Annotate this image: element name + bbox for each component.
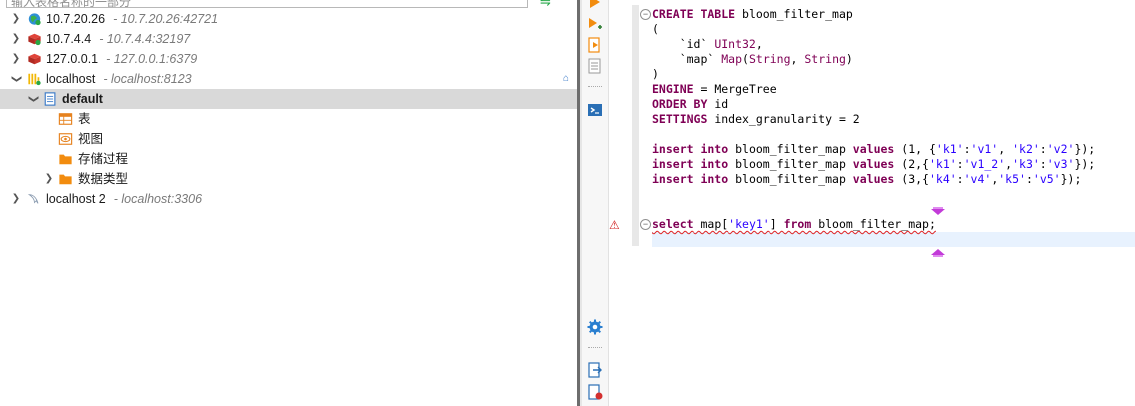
execute-script-icon[interactable]: [587, 37, 603, 53]
code-line-10: insert into bloom_filter_map values (1, …: [652, 142, 1096, 156]
settings-gear-icon[interactable]: [587, 319, 603, 335]
fold-toggle-icon[interactable]: −: [640, 219, 651, 230]
connection-name: 10.7.20.26: [46, 12, 106, 26]
syntax-error-warning-icon[interactable]: ⚠: [609, 218, 620, 232]
fold-toggle-icon[interactable]: −: [640, 9, 651, 20]
editor-vertical-toolbar: [582, 0, 609, 406]
clickhouse-bars-icon: [28, 73, 41, 86]
execute-new-tab-icon[interactable]: [587, 16, 603, 32]
toolbar-separator: [588, 86, 602, 88]
tree-folder-tables[interactable]: 表: [0, 109, 577, 129]
code-line-7: ORDER BY id: [652, 97, 729, 111]
code-line-5: ): [652, 67, 659, 81]
expand-arrow-icon[interactable]: ❯: [10, 49, 22, 69]
connection-address: - 10.7.4.4:32197: [99, 32, 191, 46]
redis-icon: [28, 53, 41, 65]
code-line-15: select map['key1'] from bloom_filter_map…: [652, 217, 936, 231]
expand-arrow-icon[interactable]: ❯: [10, 9, 22, 29]
folder-label: 数据类型: [78, 172, 129, 186]
code-line-1: CREATE TABLE bloom_filter_map: [652, 7, 853, 21]
view-eye-icon: [58, 133, 73, 145]
connected-indicator-icon: ⌂: [563, 73, 570, 84]
expand-arrow-icon[interactable]: ❯: [10, 29, 22, 49]
connection-address: - 10.7.20.26:42721: [113, 12, 219, 26]
table-filter-input[interactable]: 输入表格名称的一部分: [6, 0, 528, 8]
execute-statement-icon[interactable]: [587, 0, 603, 10]
tree-connection-localhost[interactable]: ❯ localhost - localhost:8123: [0, 69, 577, 89]
folder-label: 视图: [78, 132, 104, 146]
code-line-3: `id` UInt32,: [652, 37, 763, 51]
statement-boundary-marker-icon: [931, 249, 945, 257]
tree-folder-views[interactable]: 视图: [0, 129, 577, 149]
database-name: default: [62, 92, 103, 106]
toolbar-separator: [588, 347, 602, 349]
tree-database-default[interactable]: ❯ default: [0, 89, 577, 109]
connection-name: localhost: [46, 72, 96, 86]
connection-address: - 127.0.0.1:6379: [106, 52, 198, 66]
database-icon: [44, 92, 56, 106]
collapse-arrow-icon[interactable]: ❯: [6, 73, 26, 85]
connection-address: - localhost:8123: [103, 72, 192, 86]
folder-label: 表: [78, 112, 91, 126]
code-line-8: SETTINGS index_granularity = 2: [652, 112, 860, 126]
code-line-12: insert into bloom_filter_map values (3,{…: [652, 172, 1082, 186]
redis-icon: [28, 33, 41, 46]
statement-ruler: [632, 5, 639, 246]
expand-arrow-icon[interactable]: ❯: [43, 169, 55, 189]
mysql-dolphin-icon: [27, 194, 39, 204]
clickhouse-globe-icon: [28, 13, 41, 26]
expand-arrow-icon[interactable]: ❯: [10, 189, 22, 209]
table-icon: [58, 113, 73, 125]
folder-label: 存储过程: [78, 152, 129, 166]
code-line-2: (: [652, 22, 659, 36]
statement-boundary-marker-icon: [931, 207, 945, 215]
folder-icon: [59, 174, 72, 185]
collapse-arrow-icon[interactable]: ❯: [23, 93, 43, 105]
folder-icon: [59, 154, 72, 165]
database-navigator: 输入表格名称的一部分 ⇋ ❯ 10.7.20.26- 10.7.20.26:42…: [0, 0, 577, 406]
tree-folder-procedures[interactable]: 存储过程: [0, 149, 577, 169]
connection-address: - localhost:3306: [113, 192, 203, 206]
export-icon[interactable]: [587, 362, 603, 378]
tree-connection-10-7-20-26[interactable]: ❯ 10.7.20.26 - 10.7.20.26:42721: [0, 9, 577, 29]
tree-folder-datatypes[interactable]: ❯ 数据类型: [0, 169, 577, 189]
connection-name: 10.7.4.4: [46, 32, 92, 46]
tree-connection-localhost-2[interactable]: ❯ localhost 2 - localhost:3306: [0, 189, 577, 209]
editor-gutter: [609, 0, 631, 406]
code-line-4: `map` Map(String, String): [652, 52, 853, 66]
explain-plan-icon[interactable]: [587, 58, 603, 74]
sql-editor[interactable]: ⚠ − − CREATE TABLE bloom_filter_map ( `i…: [609, 0, 1135, 406]
connection-name: 127.0.0.1: [46, 52, 99, 66]
current-line-highlight: [652, 232, 1135, 247]
connection-name: localhost 2: [46, 192, 106, 206]
code-line-11: insert into bloom_filter_map values (2,{…: [652, 157, 1096, 171]
code-line-6: ENGINE = MergeTree: [652, 82, 777, 96]
import-error-file-icon[interactable]: [587, 384, 603, 400]
tree-connection-127-0-0-1[interactable]: ❯ 127.0.0.1 - 127.0.0.1:6379: [0, 49, 577, 69]
tree-connection-10-7-4-4[interactable]: ❯ 10.7.4.4 - 10.7.4.4:32197: [0, 29, 577, 49]
terminal-output-icon[interactable]: [587, 102, 603, 118]
